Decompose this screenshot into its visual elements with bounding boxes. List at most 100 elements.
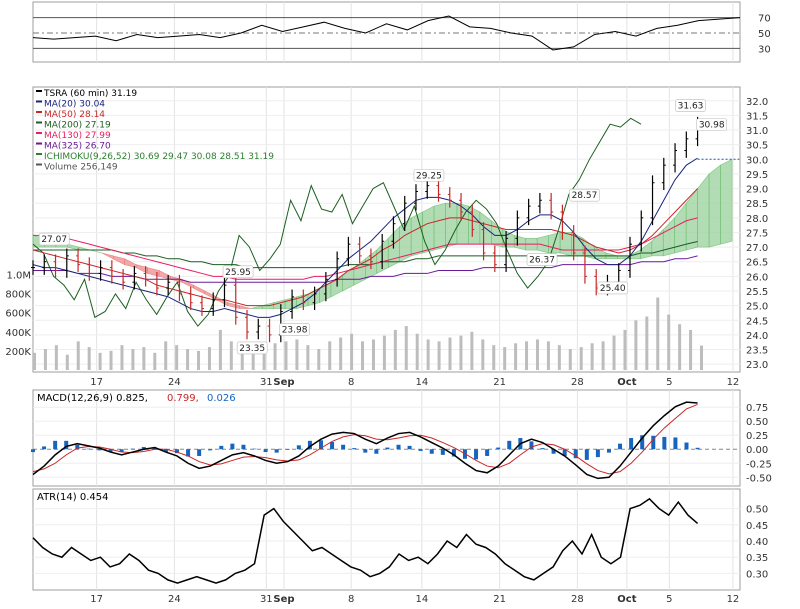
volume-bar [689,329,693,370]
volume-bar [612,335,616,370]
x-tick-label: 17 [90,377,103,388]
legend-label: ICHIMOKU(9,26,52) 30.69 29.47 30.08 28.5… [44,152,274,162]
volume-bar [229,341,233,370]
volume-bar [306,345,310,370]
macd-legend-label: MACD(12,26,9) 0.825, [37,393,148,404]
volume-bar [601,341,605,370]
cloud-bullish-segment [422,205,435,254]
price-tick-label: 28.5 [746,199,768,210]
macd-histogram-bar [629,438,634,450]
macd-histogram-bar [208,449,213,451]
price-annotation: 23.98 [282,325,308,335]
price-tick-label: 30.5 [746,141,768,152]
price-tick-label: 27.0 [746,243,768,254]
legend-swatch [36,132,42,134]
legend-swatch [36,163,42,166]
macd-histogram-bar [485,449,490,456]
volume-bar [678,324,682,370]
cloud-bullish-segment [296,293,309,309]
rsi-tick-label: 70 [758,14,771,25]
macd-histogram-bar [540,448,545,450]
volume-bar [590,343,594,370]
volume-bar [197,350,201,370]
atr-tick-label: 0.50 [746,505,768,516]
macd-histogram-bar [595,449,600,458]
x-tick-label: 24 [168,377,181,388]
legend-swatch [36,100,42,103]
macd-histogram-bar [606,449,611,453]
legend-label: MA(200) 27.19 [44,121,111,131]
volume-bar [131,349,135,370]
volume-bar [503,347,507,370]
macd-histogram-bar [618,443,623,450]
volume-bar [404,326,408,370]
volume-bar [448,337,452,370]
volume-bar [164,341,168,370]
price-tick-label: 24.0 [746,331,768,342]
volume-bar [328,341,332,370]
rsi-tick-label: 30 [758,44,771,55]
macd-legend-label: 0.799, [167,393,199,404]
volume-bar [634,320,638,370]
price-tick-label: 28.0 [746,214,768,225]
volume-bar [273,343,277,370]
volume-bar [656,297,660,370]
volume-bar [142,347,146,370]
macd-histogram-bar [695,447,700,450]
macd-histogram-bar [584,449,589,460]
macd-histogram-bar [296,445,301,450]
volume-bar [295,339,299,370]
volume-bar [700,345,703,370]
legend-label: MA(20) 30.04 [44,100,105,110]
macd-histogram-bar [352,448,357,450]
price-tick-label: 26.5 [746,258,768,269]
cloud-bullish-segment [708,164,721,248]
macd-histogram-bar [474,449,479,460]
price-tick-label: 26.0 [746,272,768,283]
macd-histogram-bar [285,449,290,450]
macd-histogram-bar [230,443,235,450]
volume-bar [546,341,550,370]
legend-swatch [36,121,42,124]
volume-bar [175,345,179,370]
macd-histogram-bar [274,449,279,453]
atr-panel [32,488,741,591]
volume-tick-label: 600K [5,309,31,320]
volume-bar [371,339,375,370]
macd-histogram-bar [374,449,379,454]
price-tick-label: 25.5 [746,287,768,298]
price-annotation: 29.25 [416,171,442,181]
volume-bar [65,354,69,370]
legend-swatch [36,142,42,145]
volume-bar [218,329,222,370]
legend-label: Volume 256,149 [44,163,118,173]
rsi-tick-label: 50 [758,29,771,40]
price-annotation: 28.57 [572,191,598,201]
volume-bar [109,350,113,370]
volume-bar [514,343,518,370]
volume-tick-label: 400K [5,328,31,339]
legend-label: MA(50) 28.14 [44,110,105,120]
volume-bar [645,316,649,370]
volume-bar [153,352,157,370]
volume-bar [393,329,397,370]
macd-histogram-bar [53,440,58,450]
price-annotation: 26.37 [529,256,555,266]
macd-tick-label: 0.25 [746,431,768,442]
stock-chart: 70 50 30 32.0 31.5 31.0 30.5 30.0 29.5 29.0 28.5 28… [0,0,800,605]
cloud-bullish-segment [445,202,458,248]
volume-bar [76,341,80,370]
atr-tick-label: 0.35 [746,553,768,564]
macd-histogram-bar [263,449,268,453]
macd-histogram-bar [407,445,412,450]
volume-bar [87,347,91,370]
x-tick-label: Oct [617,594,636,605]
x-tick-label: 12 [727,377,740,388]
price-tick-label: 31.0 [746,126,768,137]
price-tick-label: 27.5 [746,228,768,239]
cloud-bullish-segment [410,211,423,257]
volume-bar [667,314,671,370]
macd-histogram-bar [385,447,390,450]
x-tick-label: 5 [666,594,672,605]
x-tick-label: 5 [666,377,672,388]
